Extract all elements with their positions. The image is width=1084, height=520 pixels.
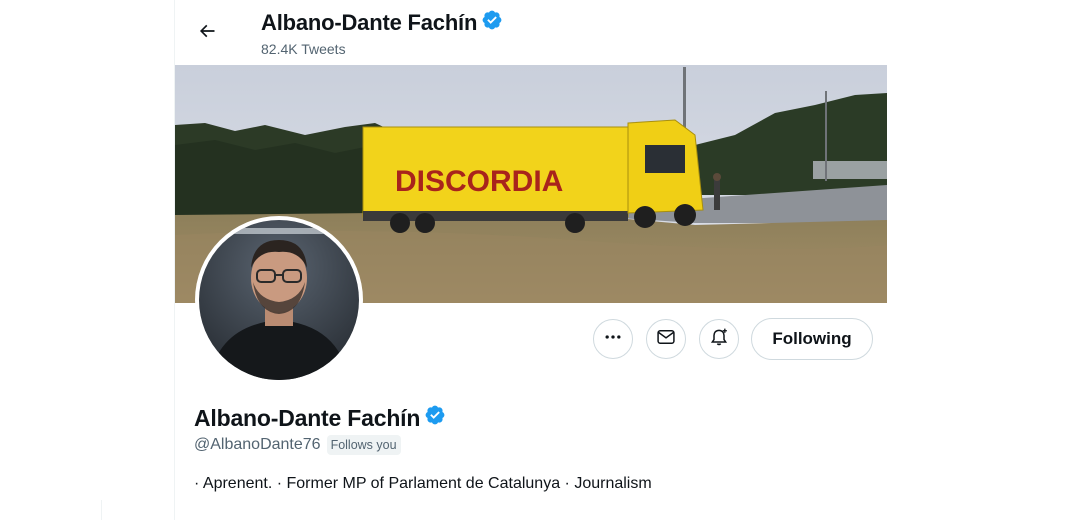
envelope-icon — [656, 327, 676, 352]
verified-badge-icon — [424, 404, 446, 432]
header-name: Albano-Dante Fachín — [261, 10, 478, 35]
profile-bio: · Aprenent. · Former MP of Parlament de … — [194, 475, 652, 492]
handle-row: @AlbanoDante76 Follows you — [194, 435, 401, 455]
back-button[interactable] — [187, 13, 227, 53]
profile-handle: @AlbanoDante76 — [194, 436, 321, 453]
profile-name-row: Albano-Dante Fachín — [194, 404, 446, 432]
arrow-left-icon — [197, 21, 217, 46]
more-dots-icon — [603, 327, 623, 352]
truck-text: DISCORDIA — [395, 165, 563, 198]
avatar-image — [199, 220, 359, 380]
message-button[interactable] — [646, 319, 686, 359]
bell-plus-icon — [709, 327, 729, 352]
follows-you-badge: Follows you — [326, 435, 401, 455]
profile-avatar[interactable] — [195, 216, 363, 384]
following-button[interactable]: Following — [751, 318, 873, 360]
verified-badge-icon — [481, 9, 503, 37]
profile-header: Albano-Dante Fachín 82.4K Tweets — [175, 0, 887, 65]
tweet-count: 82.4K Tweets — [261, 41, 346, 57]
more-button[interactable] — [593, 319, 633, 359]
notify-button[interactable] — [699, 319, 739, 359]
sidebar-divider — [101, 500, 102, 520]
profile-name: Albano-Dante Fachín — [194, 404, 421, 431]
header-name-row: Albano-Dante Fachín — [261, 9, 503, 37]
